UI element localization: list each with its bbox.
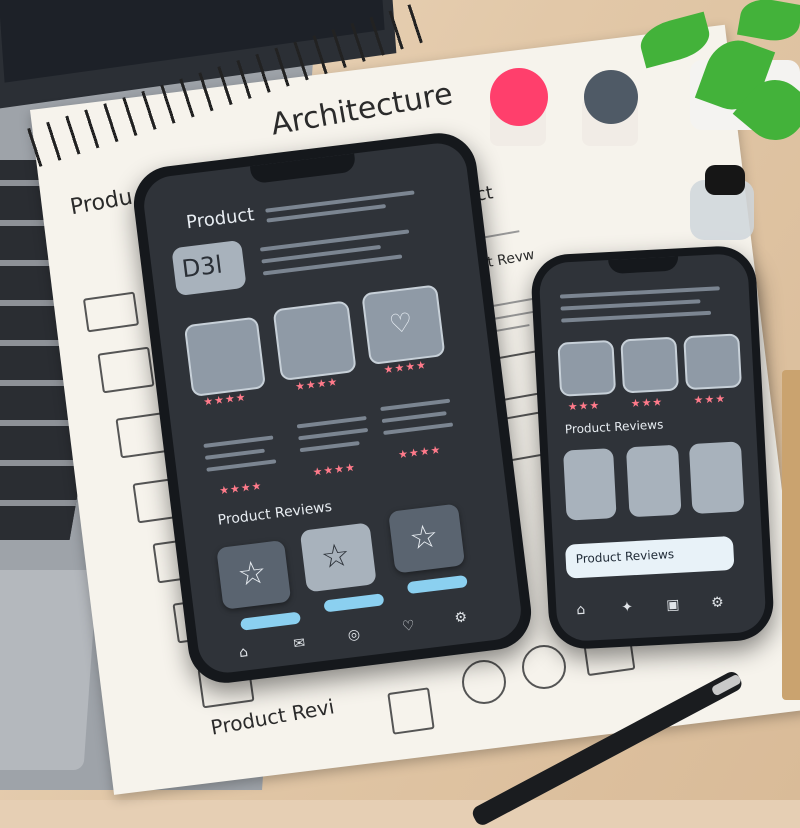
review-line — [298, 427, 369, 441]
rating-stars: ★★★★ — [311, 460, 357, 479]
review-card[interactable]: ☆ — [299, 522, 377, 593]
rating-stars: ★★★★ — [397, 443, 443, 462]
favorite-tile[interactable]: ♡ — [361, 284, 446, 366]
product-tile[interactable] — [620, 336, 680, 394]
laptop-trackpad — [0, 570, 98, 770]
star-icon: ☆ — [235, 552, 269, 594]
phone-notch — [249, 153, 357, 185]
review-line — [203, 435, 274, 448]
card-line — [259, 229, 410, 252]
heart-icon: ♡ — [387, 307, 415, 341]
product-code-text: D3l — [180, 250, 224, 284]
chat-icon[interactable]: ✉ — [293, 635, 307, 652]
gift-icon[interactable]: ✦ — [621, 599, 634, 616]
product-tile[interactable] — [557, 339, 617, 397]
settings-icon[interactable]: ⚙ — [454, 609, 468, 626]
product-tile[interactable] — [183, 316, 267, 397]
rating-stars: ★★★★ — [218, 479, 264, 498]
left-phone-header: Product — [185, 204, 256, 234]
product-reviews-button[interactable]: Product Reviews — [564, 535, 735, 579]
review-card[interactable] — [625, 444, 682, 518]
review-card[interactable]: ☆ — [216, 539, 292, 610]
settings-icon[interactable]: ⚙ — [711, 594, 724, 611]
rating-stars: ★★★ — [567, 398, 601, 414]
left-phone: Product D3l ♡ ★★★★ ★★★★ ★★★★ ★★★★ ★★★★ ★… — [129, 128, 536, 688]
sketch-box — [97, 346, 155, 394]
rating-stars: ★★★ — [693, 392, 727, 407]
book-edge — [782, 370, 800, 700]
review-card[interactable] — [688, 441, 745, 514]
star-icon: ☆ — [407, 516, 441, 558]
bag-icon[interactable]: ◎ — [347, 626, 361, 643]
gray-thread-spool — [584, 70, 638, 124]
home-icon[interactable]: ⌂ — [576, 602, 586, 618]
sketch-circle — [462, 660, 506, 704]
product-tile[interactable] — [683, 333, 742, 391]
header-line — [560, 299, 701, 311]
review-button[interactable] — [406, 574, 468, 595]
section-label: Product Reviews — [216, 498, 333, 529]
jar-lid — [705, 165, 745, 195]
review-button[interactable] — [240, 611, 302, 631]
lock-icon[interactable]: ▣ — [666, 597, 680, 614]
product-reviews-button-label: Product Reviews — [575, 547, 675, 567]
review-card[interactable] — [563, 448, 617, 521]
review-line — [299, 440, 360, 453]
home-icon[interactable]: ⌂ — [238, 644, 249, 661]
header-line — [561, 310, 712, 323]
right-phone-screen: ★★★ ★★★ ★★★ Product Reviews Product Revi… — [538, 252, 767, 643]
review-line — [381, 411, 447, 424]
product-tile[interactable] — [272, 300, 357, 382]
header-line — [559, 286, 720, 299]
sketch-circle — [522, 645, 566, 689]
review-line — [296, 415, 367, 429]
pink-thread-spool — [490, 68, 548, 126]
sketch-box — [82, 291, 140, 333]
section-label: Product Reviews — [564, 417, 664, 437]
heart-icon[interactable]: ♡ — [401, 618, 415, 635]
review-card[interactable]: ☆ — [388, 503, 466, 574]
right-phone: ★★★ ★★★ ★★★ Product Reviews Product Revi… — [529, 244, 776, 651]
rating-stars: ★★★ — [630, 395, 664, 411]
review-line — [204, 448, 265, 460]
star-icon: ☆ — [318, 535, 352, 577]
sketch-box — [387, 687, 435, 735]
review-line — [380, 398, 451, 412]
review-line — [206, 459, 277, 472]
left-phone-screen: Product D3l ♡ ★★★★ ★★★★ ★★★★ ★★★★ ★★★★ ★… — [140, 140, 525, 676]
review-button[interactable] — [323, 593, 385, 613]
phone-notch — [608, 256, 679, 275]
review-line — [383, 422, 454, 435]
